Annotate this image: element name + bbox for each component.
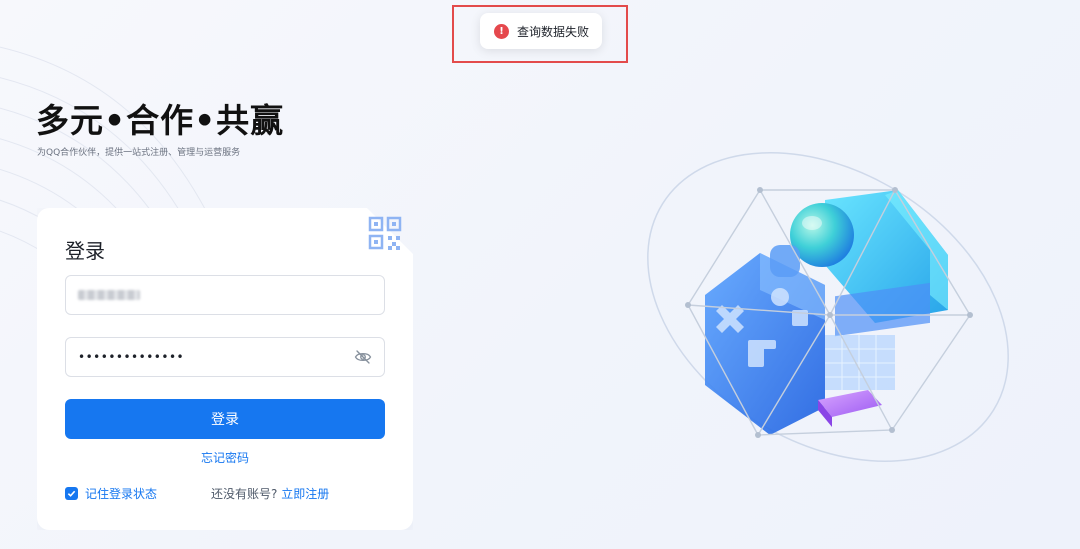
hero-title: 多元•合作•共赢 (36, 101, 285, 140)
toast-message: 查询数据失败 (517, 24, 590, 39)
password-field[interactable]: •••••••••••••• (65, 337, 385, 377)
login-title: 登录 (65, 239, 105, 263)
login-button[interactable]: 登录 (65, 399, 385, 439)
eye-off-icon[interactable] (354, 348, 372, 366)
check-icon (67, 490, 76, 497)
username-redacted (78, 290, 140, 300)
error-icon: ! (494, 23, 509, 39)
no-account-text: 还没有账号? (211, 487, 278, 501)
username-field[interactable] (65, 275, 385, 315)
password-value: •••••••••••••• (78, 350, 185, 364)
forgot-password-link[interactable]: 忘记密码 (0, 449, 450, 466)
signup-link[interactable]: 立即注册 (281, 487, 329, 501)
cube-illustration (647, 152, 1009, 462)
remember-checkbox[interactable] (65, 487, 78, 500)
error-toast: ! 查询数据失败 (480, 13, 602, 49)
hero-subtitle: 为QQ合作伙伴，提供一站式注册、管理与运营服务 (37, 148, 241, 158)
qr-code-icon[interactable] (366, 214, 406, 254)
remember-label: 记住登录状态 (85, 487, 158, 501)
signup-prompt: 还没有账号? 立即注册 (211, 485, 329, 502)
remember-me[interactable]: 记住登录状态 (65, 485, 157, 502)
